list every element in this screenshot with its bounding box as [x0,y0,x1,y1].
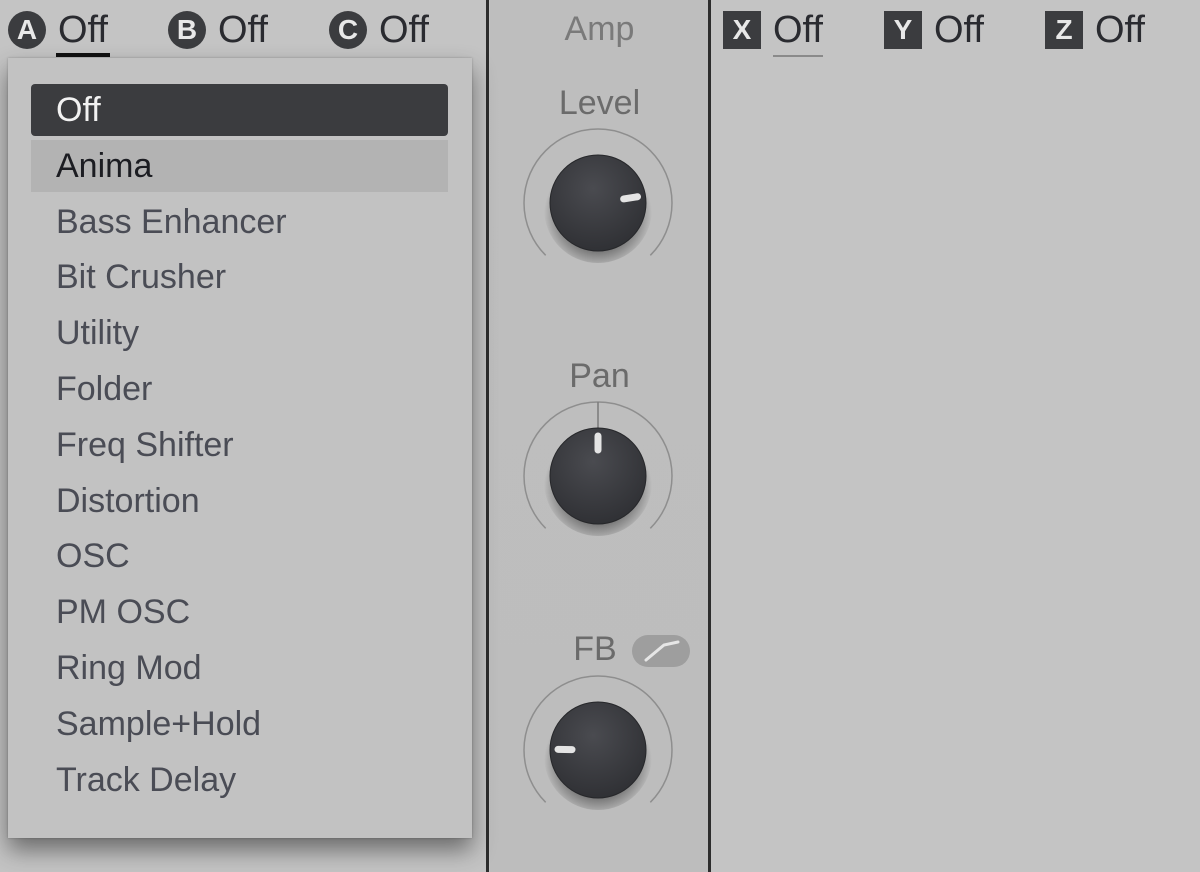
menu-item-folder[interactable]: Folder [31,363,448,415]
fb-curve-toggle[interactable] [632,635,690,667]
fb-label: FB [573,630,617,668]
slot-a-badge-icon: A [8,11,46,49]
slot-z-badge-icon: Z [1045,11,1083,49]
slot-x-badge-icon: X [723,11,761,49]
menu-item-anima[interactable]: Anima [31,139,448,192]
level-label: Level [558,84,641,122]
curve-icon [644,640,680,662]
slot-a[interactable]: A Off [8,8,110,57]
slot-a-value[interactable]: Off [56,10,110,57]
menu-item-distortion[interactable]: Distortion [31,475,448,527]
pan-label: Pan [569,357,630,395]
slot-y-value[interactable]: Off [934,10,984,50]
slot-b[interactable]: B Off [168,8,268,52]
menu-item-track-delay[interactable]: Track Delay [31,754,448,806]
slot-c-value[interactable]: Off [379,10,429,50]
slot-y-badge-icon: Y [884,11,922,49]
level-knob[interactable] [518,123,678,283]
menu-item-ring-mod[interactable]: Ring Mod [31,642,448,694]
slot-b-badge-icon: B [168,11,206,49]
amp-title: Amp [564,10,635,48]
slot-b-value[interactable]: Off [218,10,268,50]
right-column-divider [708,0,711,872]
menu-item-pm-osc[interactable]: PM OSC [31,586,448,638]
pan-knob[interactable] [518,396,678,556]
slot-x-value[interactable]: Off [773,10,823,57]
menu-item-bass-enhancer[interactable]: Bass Enhancer [31,196,448,248]
slot-z-value[interactable]: Off [1095,10,1145,50]
slot-c[interactable]: C Off [329,8,429,52]
effect-dropdown-menu: Off Anima Bass Enhancer Bit Crusher Utility F… [8,58,472,838]
menu-item-sample-hold[interactable]: Sample+Hold [31,698,448,750]
slot-z[interactable]: Z Off [1045,8,1145,52]
left-column-divider [486,0,489,872]
menu-item-osc[interactable]: OSC [31,530,448,582]
menu-item-off[interactable]: Off [31,84,448,136]
slot-y[interactable]: Y Off [884,8,984,52]
menu-item-freq-shifter[interactable]: Freq Shifter [31,419,448,471]
slot-c-badge-icon: C [329,11,367,49]
menu-item-utility[interactable]: Utility [31,307,448,359]
level-knob-indicator [620,193,642,203]
fb-knob[interactable] [518,670,678,830]
menu-item-bit-crusher[interactable]: Bit Crusher [31,251,448,303]
slot-x[interactable]: X Off [723,8,823,57]
level-knob-body [549,154,647,252]
